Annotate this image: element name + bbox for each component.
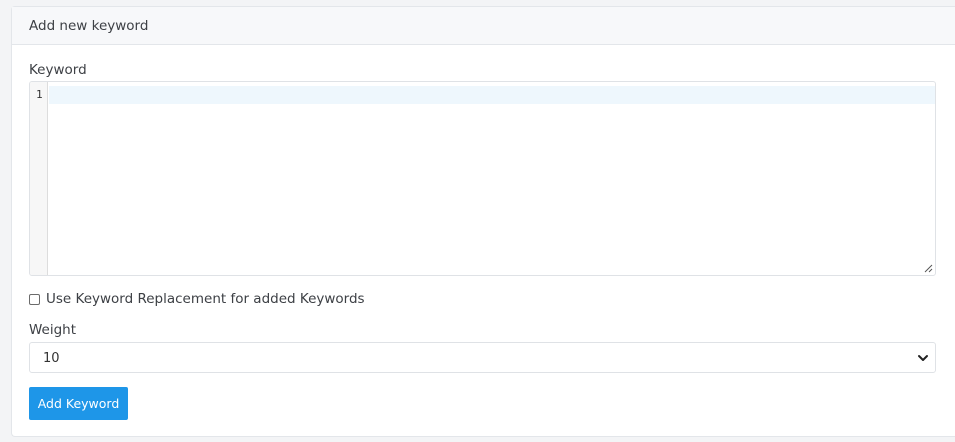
active-line-highlight [49,86,935,104]
add-keyword-panel: Add new keyword Keyword 1 Use Keyword Re… [11,6,955,437]
weight-select[interactable]: 10 [29,342,936,373]
line-number-gutter: 1 [30,82,48,275]
keyword-replacement-label: Use Keyword Replacement for added Keywor… [46,291,365,307]
keyword-replacement-checkbox[interactable] [29,293,40,305]
keyword-label: Keyword [29,62,87,78]
resize-handle-icon[interactable] [924,264,933,273]
panel-title: Add new keyword [12,7,955,45]
weight-label: Weight [29,322,77,338]
keyword-replacement-option[interactable]: Use Keyword Replacement for added Keywor… [29,291,365,307]
weight-selected-value: 10 [43,351,60,366]
keyword-editor[interactable]: 1 [29,81,936,276]
line-number: 1 [36,88,43,101]
add-keyword-button[interactable]: Add Keyword [29,387,128,420]
chevron-down-icon [918,355,928,361]
